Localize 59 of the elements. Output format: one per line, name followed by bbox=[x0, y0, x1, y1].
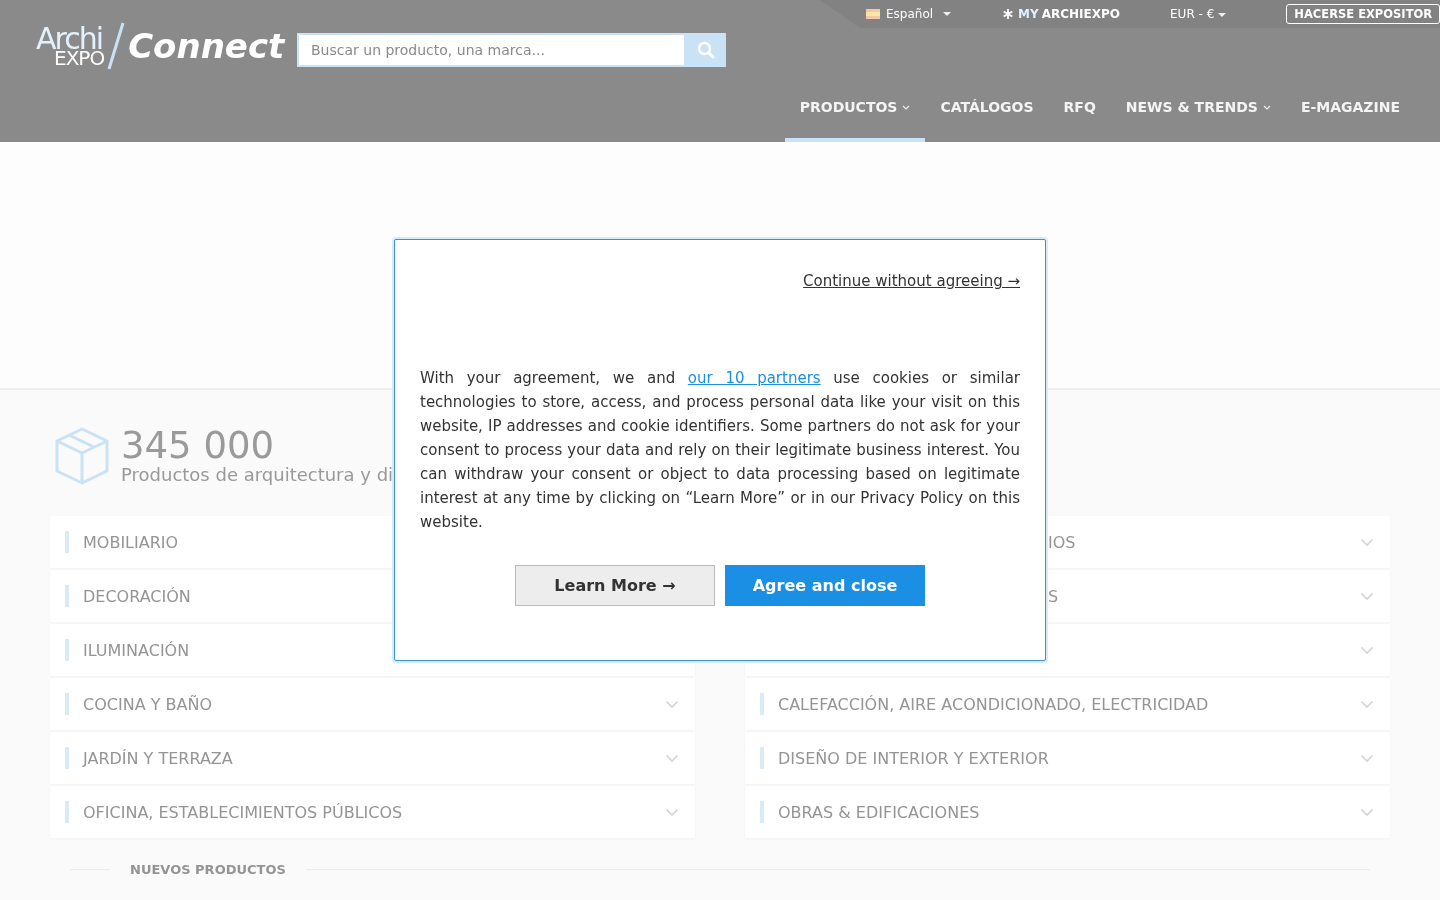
category-row[interactable]: CALEFACCIÓN, AIRE ACONDICIONADO, ELECTRICIDAD bbox=[745, 678, 1390, 730]
nav-tab[interactable]: RFQ bbox=[1048, 88, 1111, 142]
slash-icon bbox=[106, 22, 127, 70]
category-label: ILUMINACIÓN bbox=[83, 640, 191, 660]
category-label: DISEÑO DE INTERIOR Y EXTERIOR bbox=[778, 748, 1050, 768]
chevron-icon bbox=[1360, 753, 1374, 763]
logo-text[interactable]: EXPO bbox=[54, 48, 105, 68]
chevron-icon bbox=[1360, 699, 1374, 709]
accent-bar bbox=[65, 585, 69, 607]
category-label: MOBILIARIO bbox=[83, 532, 180, 552]
category-label: COCINA Y BAÑO bbox=[83, 694, 213, 714]
accent-bar bbox=[65, 801, 69, 823]
chevron-icon bbox=[902, 105, 911, 111]
accent-bar bbox=[760, 693, 764, 715]
chevron-icon bbox=[1360, 591, 1374, 601]
accent-bar bbox=[760, 801, 764, 823]
category-row[interactable]: OBRAS & EDIFICACIONES bbox=[745, 786, 1390, 838]
nav-tab[interactable]: CATÁLOGOS bbox=[925, 88, 1049, 142]
chevron-icon bbox=[1360, 807, 1374, 817]
category-label: OBRAS & EDIFICACIONES bbox=[778, 802, 981, 822]
accent-bar bbox=[65, 639, 69, 661]
chevron-icon bbox=[665, 699, 679, 709]
chevron-icon bbox=[1360, 537, 1374, 547]
nav-tab[interactable]: E-MAGAZINE bbox=[1285, 88, 1415, 142]
category-row[interactable]: JARDÍN Y TERRAZA bbox=[50, 732, 695, 784]
accent-bar bbox=[65, 531, 69, 553]
search-field[interactable]: Buscar un producto, una marca... bbox=[297, 33, 686, 67]
chevron-icon bbox=[665, 807, 679, 817]
accent-bar bbox=[760, 747, 764, 769]
product-count: 345 000 bbox=[121, 427, 275, 464]
category-row[interactable]: OFICINA, ESTABLECIMIENTOS PÚBLICOS bbox=[50, 786, 695, 838]
category-label: CALEFACCIÓN, AIRE ACONDICIONADO, ELECTRICIDAD bbox=[778, 694, 1210, 714]
logo-text[interactable]: Connect bbox=[128, 26, 285, 66]
accent-bar bbox=[65, 693, 69, 715]
chevron-icon bbox=[665, 753, 679, 763]
category-label: IOS bbox=[1047, 532, 1077, 552]
agree-button[interactable]: Agree and close bbox=[725, 565, 925, 606]
category-row[interactable]: COCINA Y BAÑO bbox=[50, 678, 695, 730]
category-label: DECORACIÓN bbox=[83, 586, 192, 606]
accent-bar bbox=[65, 747, 69, 769]
exhibitor-button[interactable]: HACERSE EXPOSITOR bbox=[1286, 4, 1440, 24]
flag-icon bbox=[866, 9, 880, 19]
count-caption: Productos de arquitectura y di bbox=[121, 464, 394, 485]
category-row[interactable]: DISEÑO DE INTERIOR Y EXTERIOR bbox=[745, 732, 1390, 784]
search-button[interactable] bbox=[686, 33, 726, 67]
continue-link[interactable]: Continue without agreeing → bbox=[803, 272, 1020, 290]
nav-tab[interactable]: NEWS & TRENDS bbox=[1110, 88, 1286, 142]
currency-selector[interactable]: EUR - € bbox=[1170, 7, 1227, 21]
learn-more-button[interactable]: Learn More → bbox=[515, 565, 715, 606]
account-link[interactable]: MY ARCHIEXPO bbox=[1001, 7, 1121, 21]
chevron-icon bbox=[1262, 105, 1271, 111]
section-title: NUEVOS PRODUCTOS bbox=[129, 862, 287, 877]
search-icon bbox=[697, 41, 715, 59]
category-label: OFICINA, ESTABLECIMIENTOS PÚBLICOS bbox=[83, 802, 404, 822]
partners-link[interactable]: our 10 partners bbox=[687, 369, 821, 387]
category-label: JARDÍN Y TERRAZA bbox=[83, 748, 234, 768]
box-icon bbox=[55, 427, 109, 485]
language-selector[interactable]: Español bbox=[866, 7, 952, 21]
chevron-icon bbox=[1360, 645, 1374, 655]
